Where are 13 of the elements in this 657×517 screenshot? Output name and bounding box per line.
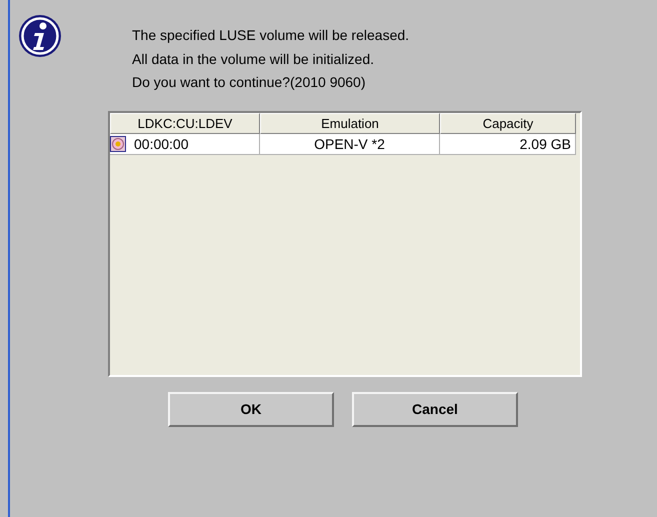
column-header[interactable]: Emulation xyxy=(260,112,440,134)
column-header[interactable]: LDKC:CU:LDEV xyxy=(110,112,260,134)
dialog-button[interactable]: Cancel xyxy=(352,392,518,426)
table-cell: 2.09 GB xyxy=(440,134,576,154)
message-text: Do you want to continue?(2010 9060) xyxy=(132,73,366,92)
column-header[interactable]: Capacity xyxy=(440,112,576,134)
dialog-button[interactable]: OK xyxy=(168,392,334,426)
message-text: All data in the volume will be initialized. xyxy=(132,50,376,68)
volume-icon xyxy=(110,136,126,152)
table-cell: OPEN-V *2 xyxy=(260,134,440,154)
message-text: The specified LUSE volume will be released. xyxy=(132,26,410,45)
info-icon xyxy=(18,14,62,58)
table-cell-text: 00:00:00 xyxy=(134,134,188,154)
